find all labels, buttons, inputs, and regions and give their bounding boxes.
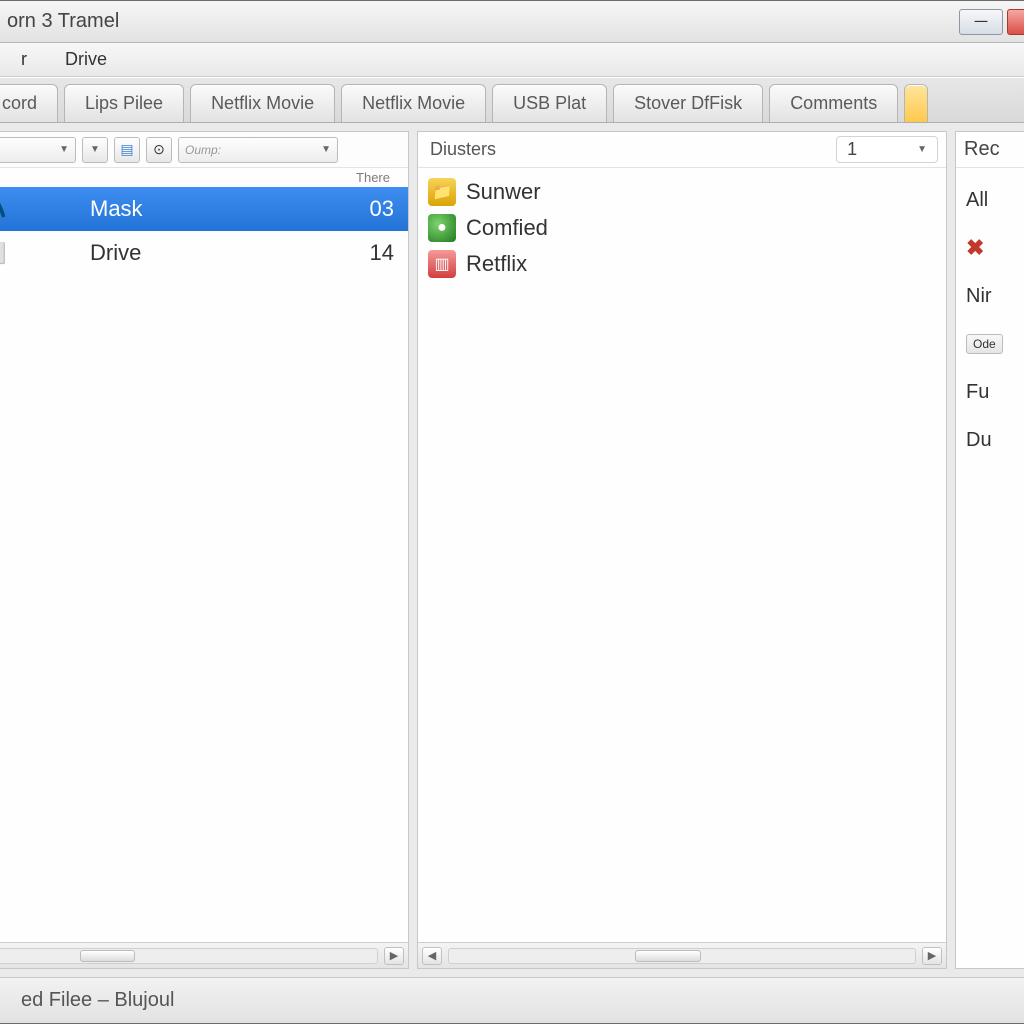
toolbar-target-button[interactable]: ⊙	[146, 137, 172, 163]
middle-toolbar: Diusters 1 ▼	[418, 132, 946, 168]
chevron-down-icon: ▼	[90, 144, 100, 155]
tabbar: cord Lips Pilee Netflix Movie Netflix Mo…	[0, 77, 1024, 123]
x-icon: ✖	[966, 235, 994, 261]
right-line-all[interactable]: All	[966, 176, 1024, 224]
scroll-thumb[interactable]	[635, 950, 700, 962]
scroll-right-arrow[interactable]: ▶	[922, 947, 942, 965]
menubar: r Drive	[0, 43, 1024, 77]
monitor-icon: ▤	[120, 141, 133, 158]
list-item-label: Comfied	[466, 215, 548, 241]
right-label: Fu	[966, 381, 989, 404]
middle-hscrollbar[interactable]: ◀ ▶	[418, 942, 946, 968]
list-item-name: Mask	[10, 196, 334, 222]
right-label: Nir	[966, 285, 992, 308]
list-item[interactable]: 🧥 Mask 03	[0, 187, 408, 231]
right-panel-title: Rec	[956, 132, 1024, 168]
right-label: Du	[966, 429, 992, 452]
titlebar: orn 3 Tramel 一 ✕	[0, 1, 1024, 43]
combo-2-label: Oump:	[185, 143, 221, 157]
list-item[interactable]: 📁 Sunwer	[426, 174, 938, 210]
middle-panel: Diusters 1 ▼ 📁 Sunwer ● Comfied ▥ Retfli…	[417, 131, 947, 969]
middle-title: Diusters	[426, 139, 496, 160]
middle-list: 📁 Sunwer ● Comfied ▥ Retflix	[418, 168, 946, 942]
tab-cord[interactable]: cord	[0, 84, 58, 122]
list-item[interactable]: ● Comfied	[426, 210, 938, 246]
minimize-button[interactable]: 一	[959, 9, 1003, 35]
right-line-x[interactable]: ✖	[966, 224, 1024, 272]
middle-select-value: 1	[847, 139, 857, 160]
tab-stover[interactable]: Stover DfFisk	[613, 84, 763, 122]
tab-lips[interactable]: Lips Pilee	[64, 84, 184, 122]
right-line-fu[interactable]: Fu	[966, 368, 1024, 416]
list-item-label: Retflix	[466, 251, 527, 277]
globe-icon: ●	[428, 214, 456, 242]
there-column-label: There	[356, 170, 390, 185]
right-line-du[interactable]: Du	[966, 416, 1024, 464]
tab-extra[interactable]	[904, 84, 928, 122]
status-text: ed Filee – Blujoul	[0, 989, 174, 1012]
close-button[interactable]: ✕	[1007, 9, 1024, 35]
toolbar-icon-button[interactable]: ▤	[114, 137, 140, 163]
mask-icon: 🧥	[0, 197, 10, 222]
left-combo-2[interactable]: Oump: ▼	[178, 137, 338, 163]
main-body: ▼ ▼ ▤ ⊙ Oump: ▼ There 🧥 Mask 03	[0, 123, 1024, 977]
drive-icon: ⬜	[0, 241, 10, 266]
history-back-button[interactable]: ▼	[82, 137, 108, 163]
left-combo-1[interactable]: ▼	[0, 137, 76, 163]
right-line-nir[interactable]: Nir	[966, 272, 1024, 320]
target-icon: ⊙	[153, 141, 165, 158]
chevron-down-icon: ▼	[321, 144, 331, 155]
right-panel: Rec All ✖ Nir Ode Fu Du	[955, 131, 1024, 969]
ode-button[interactable]: Ode	[966, 334, 1003, 354]
right-body: All ✖ Nir Ode Fu Du	[956, 168, 1024, 968]
scroll-right-arrow[interactable]: ▶	[384, 947, 404, 965]
menu-item-0[interactable]: r	[0, 45, 37, 74]
chevron-down-icon: ▼	[917, 144, 927, 155]
left-hscrollbar[interactable]: ▶	[0, 942, 408, 968]
middle-select[interactable]: 1 ▼	[836, 136, 938, 163]
list-item-value: 03	[334, 196, 394, 222]
scroll-left-arrow[interactable]: ◀	[422, 947, 442, 965]
tab-netflix-2[interactable]: Netflix Movie	[341, 84, 486, 122]
minimize-icon: 一	[974, 12, 988, 32]
list-item[interactable]: ⬜ Drive 14	[0, 231, 408, 275]
right-label: All	[966, 189, 988, 212]
chevron-down-icon: ▼	[59, 144, 69, 155]
list-item[interactable]: ▥ Retflix	[426, 246, 938, 282]
tab-netflix-1[interactable]: Netflix Movie	[190, 84, 335, 122]
scroll-track[interactable]	[0, 948, 378, 964]
scroll-track[interactable]	[448, 948, 916, 964]
document-icon: ▥	[428, 250, 456, 278]
folder-badge-icon: 📁	[428, 178, 456, 206]
app-window: orn 3 Tramel 一 ✕ r Drive cord Lips Pilee…	[0, 0, 1024, 1024]
menu-item-drive[interactable]: Drive	[55, 45, 117, 74]
left-list: 🧥 Mask 03 ⬜ Drive 14	[0, 187, 408, 942]
statusbar: ed Filee – Blujoul	[0, 977, 1024, 1023]
list-item-name: Drive	[10, 240, 334, 266]
list-item-value: 14	[334, 240, 394, 266]
left-panel: ▼ ▼ ▤ ⊙ Oump: ▼ There 🧥 Mask 03	[0, 131, 409, 969]
right-line-button: Ode	[966, 320, 1024, 368]
tab-usb[interactable]: USB Plat	[492, 84, 607, 122]
window-controls: 一 ✕	[959, 9, 1024, 35]
scroll-thumb[interactable]	[80, 950, 135, 962]
window-title: orn 3 Tramel	[0, 10, 119, 33]
tab-comments[interactable]: Comments	[769, 84, 898, 122]
left-column-header: There	[0, 168, 408, 187]
left-toolbar: ▼ ▼ ▤ ⊙ Oump: ▼	[0, 132, 408, 168]
list-item-label: Sunwer	[466, 179, 541, 205]
